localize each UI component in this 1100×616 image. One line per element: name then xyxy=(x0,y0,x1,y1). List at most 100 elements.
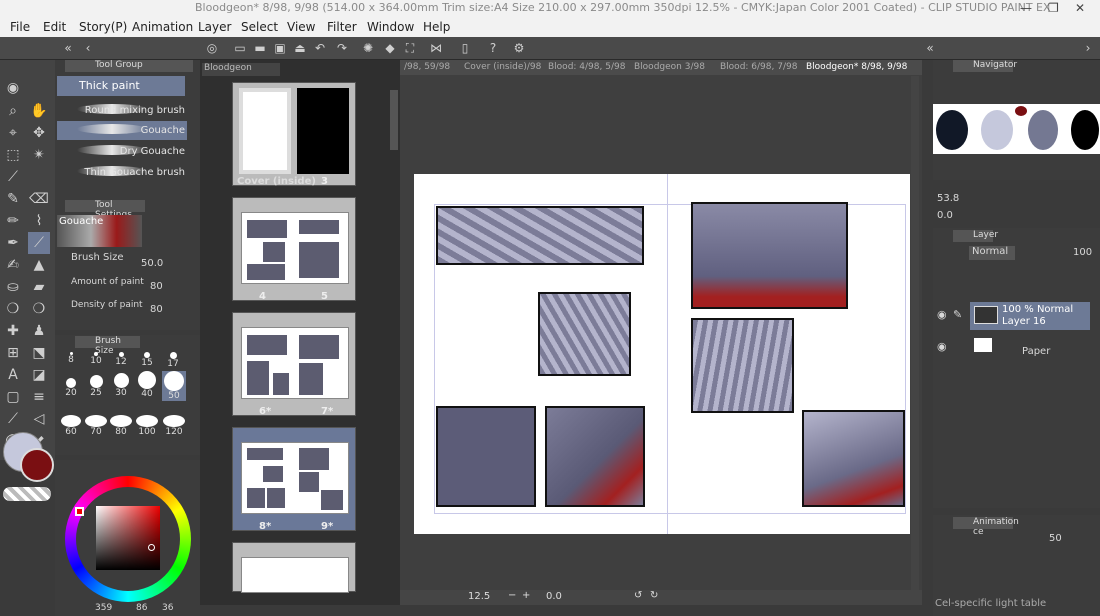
blend-mode-select[interactable]: Normal xyxy=(969,246,1015,260)
page-thumb-next[interactable] xyxy=(232,542,356,593)
animation-tab[interactable]: Animation ce xyxy=(953,517,1019,537)
animation-value[interactable]: 50 xyxy=(1049,533,1062,544)
page-thumb-6-7[interactable]: 6* 7* xyxy=(232,312,356,417)
smartphone-icon[interactable]: ▯ xyxy=(457,41,473,56)
eye-icon[interactable]: ◉ xyxy=(937,308,947,321)
color-picker-handle[interactable] xyxy=(148,544,155,551)
comic-panel-4[interactable] xyxy=(545,406,645,507)
minimize-button[interactable]: — xyxy=(1020,1,1032,15)
comic-panel-3[interactable] xyxy=(436,406,536,507)
rotate-right-icon[interactable]: ↻ xyxy=(650,590,658,601)
chevron-right-icon[interactable]: › xyxy=(1080,41,1096,56)
size-25[interactable]: 25 xyxy=(84,375,108,398)
page-thumb-cover[interactable]: Cover (inside) 3 xyxy=(232,82,356,187)
doc-tab-1[interactable]: /98, 59/98 xyxy=(404,62,450,72)
settings-icon[interactable]: ⚙ xyxy=(511,41,527,56)
ruler-icon[interactable]: ⬔ xyxy=(28,342,50,364)
doc-tab-2[interactable]: Cover (inside)/98 xyxy=(464,62,541,72)
navigator-tab[interactable]: Navigator xyxy=(953,60,1017,72)
undo-icon[interactable]: ↶ xyxy=(312,41,328,56)
object-tool-icon[interactable]: ⌖ xyxy=(2,122,24,144)
text-tool-icon[interactable]: A xyxy=(2,364,24,386)
comic-panel-2[interactable] xyxy=(538,292,631,376)
brush-size-value[interactable]: 50.0 xyxy=(141,258,163,269)
menu-animation[interactable]: Animation xyxy=(132,20,193,34)
eye-icon-paper[interactable]: ◉ xyxy=(937,340,947,353)
menu-story[interactable]: Story(P) xyxy=(79,20,127,34)
menu-window[interactable]: Window xyxy=(367,20,414,34)
pen-icon[interactable]: ✎ xyxy=(2,188,24,210)
page-manager-tab[interactable]: Bloodgeon xyxy=(202,63,280,76)
doc-tab-5[interactable]: Blood: 6/98, 7/98 xyxy=(720,62,797,72)
comic-panel-6[interactable] xyxy=(691,318,794,413)
size-8[interactable]: 8 xyxy=(61,352,81,365)
menu-help[interactable]: Help xyxy=(423,20,450,34)
blend-drops-icon[interactable]: ❍ xyxy=(2,298,24,320)
magic-wand-icon[interactable]: ✴ xyxy=(28,144,50,166)
clear-icon[interactable]: ✺ xyxy=(360,41,376,56)
ruler-lines-icon[interactable]: ≡ xyxy=(28,386,50,408)
comic-panel-7[interactable] xyxy=(802,410,905,507)
save-icon[interactable]: ▣ xyxy=(272,41,288,56)
size-60[interactable]: 60 xyxy=(59,415,83,437)
brush-icon[interactable]: ✒ xyxy=(2,232,24,254)
size-10[interactable]: 10 xyxy=(86,352,106,366)
collapse-right-icon[interactable]: « xyxy=(922,41,938,56)
help-icon[interactable]: ? xyxy=(485,41,501,56)
new-file-icon[interactable]: ▭ xyxy=(232,41,248,56)
size-100[interactable]: 100 xyxy=(135,415,159,437)
hand-tool-icon[interactable]: ✋ xyxy=(28,100,50,122)
transform-icon[interactable]: ⛶ xyxy=(402,41,418,56)
paint-brush-icon[interactable]: ⟋ xyxy=(28,232,50,254)
clip-studio-icon[interactable]: ◎ xyxy=(204,41,220,56)
size-30[interactable]: 30 xyxy=(109,373,133,398)
eyedropper-icon[interactable]: ⟋ xyxy=(2,166,24,188)
pencil-icon[interactable]: ✏ xyxy=(2,210,24,232)
saturation-square[interactable] xyxy=(96,506,160,570)
pencil-lock-icon[interactable]: ✎ xyxy=(953,308,962,321)
stamp-icon[interactable]: ♟ xyxy=(28,320,50,342)
water-drop-icon[interactable]: ❍ xyxy=(28,298,50,320)
collapse-left-icon[interactable]: « xyxy=(60,41,76,56)
comic-panel-1[interactable] xyxy=(436,206,644,265)
doc-tab-active[interactable]: Bloodgeon* 8/98, 9/98 xyxy=(806,62,907,72)
menu-edit[interactable]: Edit xyxy=(43,20,66,34)
menu-file[interactable]: File xyxy=(10,20,30,34)
doc-tab-3[interactable]: Blood: 4/98, 5/98 xyxy=(548,62,625,72)
balloon-icon[interactable]: ◪ xyxy=(28,364,50,386)
size-120[interactable]: 120 xyxy=(162,415,186,437)
figure-icon[interactable]: ✚ xyxy=(2,320,24,342)
size-15[interactable]: 15 xyxy=(137,352,157,368)
line-tool-icon[interactable]: ◁ xyxy=(28,408,50,430)
menu-select[interactable]: Select xyxy=(241,20,278,34)
blend-icon[interactable]: ▲ xyxy=(28,254,50,276)
size-17[interactable]: 17 xyxy=(163,352,183,369)
canvas-v-scrollbar[interactable] xyxy=(911,76,919,590)
selection-tool-icon[interactable]: ⬚ xyxy=(2,144,24,166)
tool-settings-tab[interactable]: Tool Settings xyxy=(65,200,145,220)
density-value[interactable]: 80 xyxy=(150,304,163,315)
layer-tab[interactable]: Layer xyxy=(953,230,998,242)
layer-row-16[interactable]: 100 % Normal Layer 16 xyxy=(970,302,1090,330)
airbrush-icon[interactable]: ⌇ xyxy=(28,210,50,232)
manga-canvas[interactable] xyxy=(414,174,910,534)
menu-layer[interactable]: Layer xyxy=(198,20,231,34)
size-40[interactable]: 40 xyxy=(135,371,159,399)
rotate-left-icon[interactable]: ↺ xyxy=(634,590,642,601)
frame-icon[interactable]: ▢ xyxy=(2,386,24,408)
doc-tab-4[interactable]: Bloodgeon 3/98 xyxy=(634,62,705,72)
menu-view[interactable]: View xyxy=(287,20,315,34)
move-tool-icon[interactable]: ✥ xyxy=(28,122,50,144)
size-50[interactable]: 50 xyxy=(162,371,186,401)
pen-tool-icon[interactable]: ◉ xyxy=(2,77,24,99)
maximize-button[interactable]: ❐ xyxy=(1048,1,1059,15)
open-folder-icon[interactable]: ▬ xyxy=(252,41,268,56)
brush-round-mixing[interactable]: Round mixing brush xyxy=(57,101,187,120)
gradient-icon[interactable]: ▰ xyxy=(28,276,50,298)
rotation-value[interactable]: 0.0 xyxy=(546,591,562,602)
comic-panel-5[interactable] xyxy=(691,202,848,309)
tool-group-tab[interactable]: Tool Group xyxy=(65,60,193,72)
redo-icon[interactable]: ↷ xyxy=(334,41,350,56)
size-70[interactable]: 70 xyxy=(84,415,108,437)
amount-value[interactable]: 80 xyxy=(150,281,163,292)
